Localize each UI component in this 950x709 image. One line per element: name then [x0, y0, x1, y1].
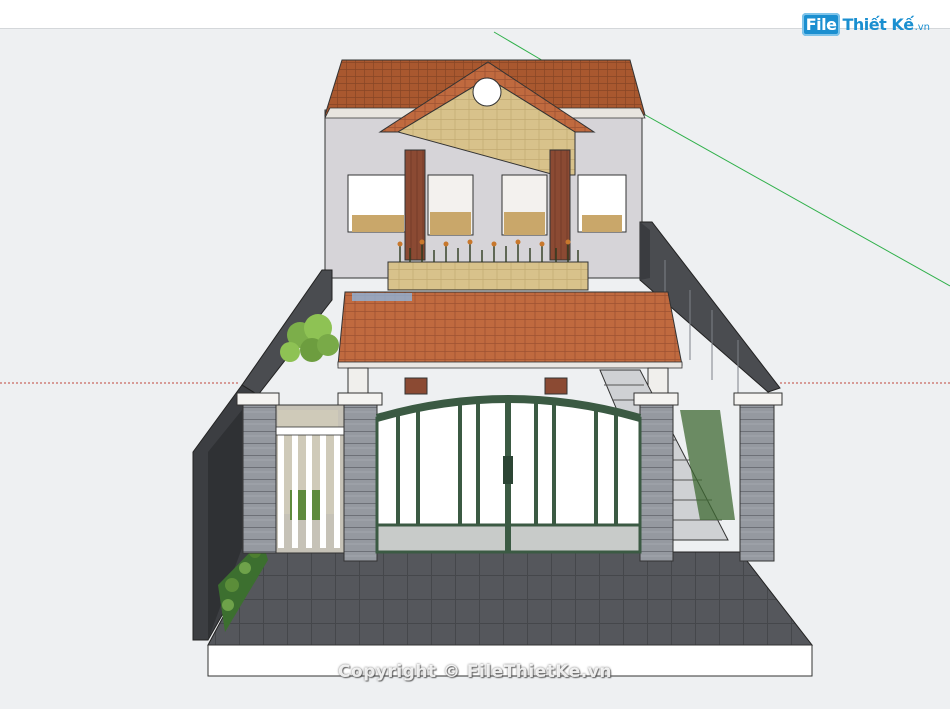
copyright-watermark: Copyright © FileThietKe.vn: [338, 662, 612, 682]
logo-domain-text: .vn: [914, 21, 930, 33]
pedestrian-gate: [271, 404, 345, 554]
porch-roof: [337, 291, 683, 369]
sketchup-viewport[interactable]: File Thiết Kế .vn Copyright © FileThietK…: [0, 0, 950, 709]
logo-badge-text: File: [801, 12, 841, 36]
filethietke-logo: File Thiết Kế .vn: [801, 8, 930, 40]
green-axis-line-icon: [493, 31, 546, 63]
green-axis-line-icon: [639, 111, 950, 287]
main-gate: [375, 395, 642, 554]
logo-brand-text: Thiết Kế: [842, 14, 914, 34]
front-pavement: [207, 551, 814, 677]
house-3d-model[interactable]: [0, 0, 950, 709]
